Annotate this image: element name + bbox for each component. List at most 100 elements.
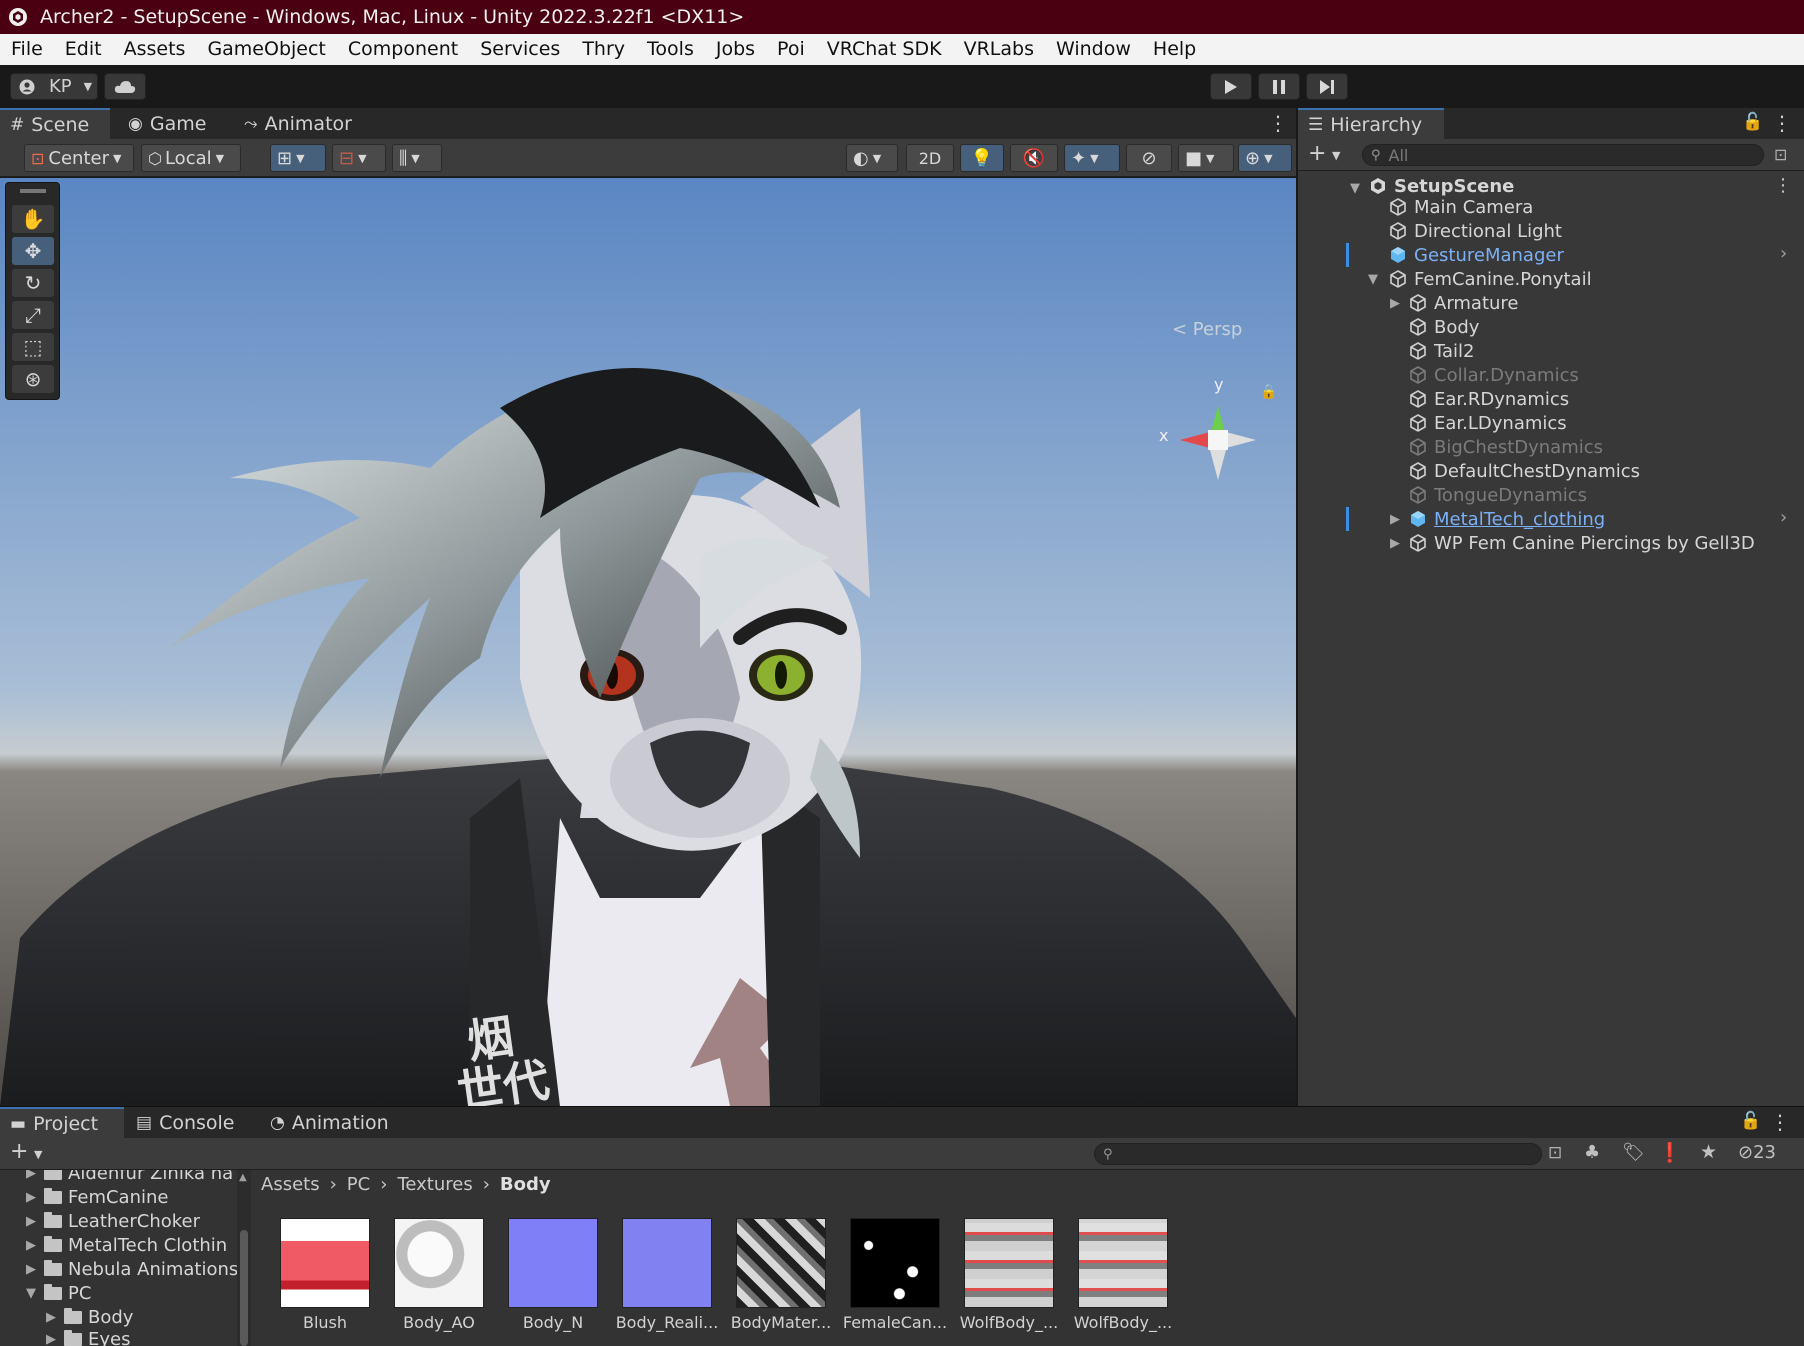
breadcrumb-assets[interactable]: Assets	[261, 1174, 320, 1195]
gizmos-dropdown[interactable]: ⊕ ▼	[1238, 144, 1292, 172]
asset-tile[interactable]: Body_Reali...	[611, 1218, 723, 1332]
hierarchy-item-ear-rdynamics[interactable]: Ear.RDynamics	[1408, 387, 1569, 411]
asset-tile[interactable]: WolfBody_...	[1067, 1218, 1179, 1332]
asset-tile[interactable]: Blush	[269, 1218, 381, 1332]
tree-folder[interactable]: ▶ Eyes	[46, 1327, 130, 1346]
add-icon[interactable]: +	[10, 1139, 28, 1164]
hierarchy-item-piercings[interactable]: WP Fem Canine Piercings by Gell3D	[1408, 531, 1755, 555]
favorite-star-icon[interactable]: ★	[1700, 1141, 1717, 1163]
menu-gameobject[interactable]: GameObject	[196, 34, 336, 65]
cloud-button[interactable]	[104, 73, 146, 100]
asset-tile[interactable]: Body_AO	[383, 1218, 495, 1332]
hierarchy-item-directional-light[interactable]: Directional Light	[1388, 219, 1562, 243]
chevron-down-icon[interactable]: ▼	[34, 1148, 42, 1161]
rect-tool-button[interactable]: ⬚	[12, 333, 54, 361]
menu-edit[interactable]: Edit	[54, 34, 113, 65]
hierarchy-item-body[interactable]: Body	[1408, 315, 1479, 339]
search-filter-icon[interactable]: ⊡	[1548, 1143, 1562, 1163]
tab-hierarchy[interactable]: ☰ Hierarchy	[1298, 108, 1444, 139]
asset-tile[interactable]: WolfBody_...	[953, 1218, 1065, 1332]
perspective-toggle[interactable]: < Persp	[1172, 319, 1242, 340]
hand-tool-button[interactable]: ✋	[12, 205, 54, 233]
tree-folder[interactable]: ▶ LeatherChoker	[26, 1209, 200, 1233]
play-button[interactable]	[1210, 73, 1252, 100]
collapsed-arrow-icon[interactable]: ▶	[1390, 512, 1400, 527]
camera-dropdown[interactable]: ■ ▼	[1178, 144, 1234, 172]
menu-window[interactable]: Window	[1045, 34, 1142, 65]
tab-animation[interactable]: ◔ Animation	[260, 1107, 400, 1138]
hierarchy-item-defaultchestdynamics[interactable]: DefaultChestDynamics	[1408, 459, 1640, 483]
lock-icon[interactable]: 🔓	[1742, 112, 1763, 132]
space-dropdown[interactable]: ⬡ Local ▼	[141, 144, 241, 172]
hierarchy-item-armature[interactable]: Armature	[1408, 291, 1519, 315]
tree-folder[interactable]: ▶ FemCanine	[26, 1185, 168, 1209]
tree-folder-pc[interactable]: ▼ PC	[26, 1281, 91, 1305]
lock-icon[interactable]: 🔓	[1740, 1111, 1761, 1131]
hierarchy-item-collar-dynamics[interactable]: Collar.Dynamics	[1408, 363, 1579, 387]
effects-dropdown[interactable]: ✦ ▼	[1064, 144, 1120, 172]
menu-assets[interactable]: Assets	[113, 34, 197, 65]
account-dropdown[interactable]: KP ▼	[10, 73, 98, 100]
menu-poi[interactable]: Poi	[766, 34, 816, 65]
rotate-tool-button[interactable]: ↻	[12, 269, 54, 297]
hidden-packages-button[interactable]: ⊘ 23	[1738, 1142, 1776, 1163]
menu-vrlabs[interactable]: VRLabs	[953, 34, 1045, 65]
move-tool-button[interactable]: ✥	[12, 237, 54, 265]
increment-snap-toggle[interactable]: ⊟ ▼	[332, 144, 386, 172]
project-search-input[interactable]: ⚲	[1094, 1143, 1542, 1165]
menu-file[interactable]: File	[0, 34, 54, 65]
type-filter-icon[interactable]: ♣	[1584, 1142, 1600, 1163]
tree-folder[interactable]: ▶ Body	[46, 1305, 133, 1329]
hierarchy-search-input[interactable]: ⚲ All	[1362, 144, 1764, 166]
transform-tool-button[interactable]: ⊛	[12, 365, 54, 393]
tree-folder[interactable]: ▶ MetalTech Clothin	[26, 1233, 227, 1257]
more-options-icon[interactable]: ⋮	[1770, 1110, 1790, 1134]
expand-arrow-icon[interactable]: ▼	[1368, 272, 1378, 287]
shading-dropdown[interactable]: ◐ ▼	[846, 144, 898, 172]
tree-scrollbar[interactable]: ▲	[237, 1170, 251, 1346]
chevron-down-icon[interactable]: ▼	[1332, 149, 1340, 162]
menu-thry[interactable]: Thry	[571, 34, 636, 65]
more-options-icon[interactable]: ⋮	[1268, 111, 1288, 135]
asset-tile[interactable]: Body_N	[497, 1218, 609, 1332]
more-options-icon[interactable]: ⋮	[1774, 175, 1792, 196]
menu-services[interactable]: Services	[469, 34, 571, 65]
warning-filter-icon[interactable]: ❗	[1658, 1141, 1682, 1164]
tree-folder[interactable]: ▶ Nebula Animations	[26, 1257, 237, 1281]
pivot-dropdown[interactable]: ⊡ Center ▼	[24, 144, 134, 172]
scale-tool-button[interactable]: ⤢	[12, 301, 54, 329]
hierarchy-item-ear-ldynamics[interactable]: Ear.LDynamics	[1408, 411, 1567, 435]
scrollbar-thumb[interactable]	[240, 1230, 248, 1346]
more-options-icon[interactable]: ⋮	[1772, 111, 1792, 135]
tab-project[interactable]: ▬ Project	[0, 1107, 124, 1138]
collapsed-arrow-icon[interactable]: ▶	[1390, 296, 1400, 311]
hierarchy-item-femcanine-ponytail[interactable]: FemCanine.Ponytail	[1388, 267, 1592, 291]
breadcrumb-pc[interactable]: PC	[347, 1174, 370, 1195]
hierarchy-item-metaltech-clothing[interactable]: MetalTech_clothing	[1408, 507, 1605, 531]
expand-arrow-icon[interactable]: ▼	[1350, 181, 1360, 196]
visibility-toggle[interactable]: ⊘	[1126, 144, 1172, 172]
grid-snap-toggle[interactable]: ⊞ ▼	[270, 144, 326, 172]
menu-component[interactable]: Component	[337, 34, 469, 65]
menu-jobs[interactable]: Jobs	[705, 34, 766, 65]
tab-animator[interactable]: ⤳ Animator	[234, 108, 364, 139]
step-button[interactable]	[1306, 73, 1348, 100]
ruler-dropdown[interactable]: ⫼ ▼	[392, 144, 442, 172]
breadcrumb-textures[interactable]: Textures	[397, 1174, 472, 1195]
drag-handle[interactable]	[20, 189, 46, 193]
search-options-icon[interactable]: ⊡	[1774, 145, 1787, 164]
asset-tile[interactable]: FemaleCan...	[839, 1218, 951, 1332]
label-filter-icon[interactable]: 🏷	[1622, 1142, 1645, 1163]
menu-tools[interactable]: Tools	[636, 34, 705, 65]
chevron-right-icon[interactable]: ›	[1780, 507, 1787, 528]
collapsed-arrow-icon[interactable]: ▶	[1390, 536, 1400, 551]
audio-toggle[interactable]: 🔇	[1010, 144, 1058, 172]
tree-folder[interactable]: ▶ Aldenfur Zinika na	[26, 1170, 233, 1185]
hierarchy-item-bigchestdynamics[interactable]: BigChestDynamics	[1408, 435, 1603, 459]
mode-2d-toggle[interactable]: 2D	[906, 144, 954, 172]
scene-viewport[interactable]: 烟 世代 y x 🔒	[0, 178, 1296, 1106]
tab-scene[interactable]: # Scene	[0, 108, 110, 139]
asset-tile[interactable]: BodyMater...	[725, 1218, 837, 1332]
menu-vrchat-sdk[interactable]: VRChat SDK	[816, 34, 953, 65]
tab-game[interactable]: ◉ Game	[118, 108, 218, 139]
